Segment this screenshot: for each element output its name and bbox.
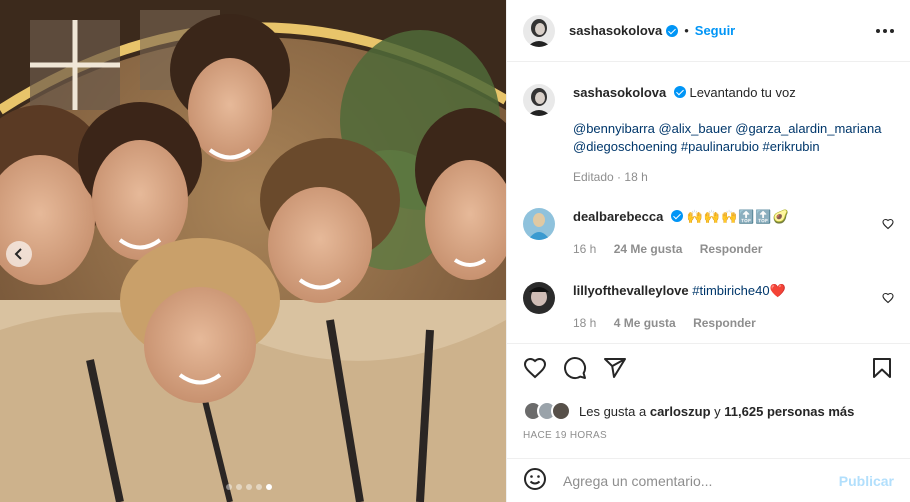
carousel-dot (236, 484, 242, 490)
carousel-dot (226, 484, 232, 490)
carousel-dot-active (266, 484, 272, 490)
reply-button[interactable]: Responder (700, 242, 763, 256)
post-header: sashasokolova • Seguir (507, 0, 910, 62)
liker-username[interactable]: carloszup (650, 404, 711, 419)
heart-icon (523, 357, 547, 378)
carousel-dot (256, 484, 262, 490)
comment-text: 🙌🙌🙌🔝🔝🥑 (686, 209, 790, 224)
comment-likes[interactable]: 24 Me gusta (614, 242, 683, 256)
comment-like-button[interactable] (882, 218, 894, 233)
chevron-left-icon (14, 248, 22, 260)
comment-button[interactable] (563, 356, 587, 383)
publish-button[interactable]: Publicar (839, 473, 894, 489)
carousel-prev-button[interactable] (6, 241, 32, 267)
caption-text: Levantando tu voz (689, 85, 796, 100)
likes-count[interactable]: 11,625 personas más (724, 404, 854, 419)
likes-middle: y (714, 403, 721, 419)
caption-tags-line[interactable]: @diegoschoening #paulinarubio #erikrubin (573, 138, 894, 156)
comment-composer: Publicar (507, 458, 910, 502)
comment-time[interactable]: 16 h (573, 242, 596, 256)
carousel-dot (246, 484, 252, 490)
post-actions: Les gusta a carloszup y 11,625 personas … (507, 343, 910, 441)
emoji-icon (524, 468, 546, 490)
liker-avatars[interactable] (523, 401, 571, 421)
comment-likes[interactable]: 4 Me gusta (614, 316, 676, 330)
caption-time[interactable]: 18 h (624, 170, 647, 184)
post-panel: sashasokolova • Seguir sashasokolova Lev… (506, 0, 910, 502)
more-dot (876, 28, 880, 33)
save-button[interactable] (870, 356, 894, 383)
heart-icon (882, 292, 894, 304)
comment-item: lillyofthevalleylove #timbiriche40❤️ 18 … (523, 282, 894, 330)
caption: sashasokolova Levantando tu voz @bennyib… (523, 84, 894, 184)
caption-username[interactable]: sashasokolova (573, 85, 666, 100)
comment-input[interactable] (563, 472, 839, 489)
comment-meta: 16 h 24 Me gusta Responder (573, 242, 894, 256)
emoji-button[interactable] (523, 467, 547, 494)
comments-section[interactable]: sashasokolova Levantando tu voz @bennyib… (507, 62, 910, 342)
author-avatar[interactable] (523, 14, 555, 47)
comment-time[interactable]: 18 h (573, 316, 596, 330)
avatar-image (523, 14, 555, 47)
share-button[interactable] (603, 356, 627, 383)
more-dot (883, 28, 887, 33)
comment-username[interactable]: dealbarebecca (573, 209, 663, 224)
comment-text[interactable]: #timbiriche40❤️ (692, 283, 786, 298)
verified-badge-icon (673, 86, 686, 98)
liker-avatar (551, 401, 571, 421)
post-photo[interactable] (0, 0, 506, 502)
author-avatar[interactable] (523, 84, 555, 116)
carousel-indicator (226, 484, 272, 490)
avatar-image (523, 282, 555, 314)
verified-badge-icon (666, 24, 679, 37)
post-timestamp[interactable]: HACE 19 HORAS (523, 430, 894, 441)
like-button[interactable] (523, 356, 547, 383)
edited-label: Editado (573, 170, 614, 184)
comment-meta: 18 h 4 Me gusta Responder (573, 316, 894, 330)
photo-image (0, 0, 506, 502)
reply-button[interactable]: Responder (693, 316, 756, 330)
more-dot (890, 28, 894, 33)
verified-badge-icon (670, 210, 683, 222)
follow-button[interactable]: Seguir (695, 23, 735, 38)
comment-username[interactable]: lillyofthevalleylove (573, 283, 689, 298)
action-bar (523, 344, 894, 394)
avatar-image (523, 84, 555, 116)
separator-dot: • (684, 23, 689, 38)
likes-prefix: Les gusta a (579, 403, 647, 419)
commenter-avatar[interactable] (523, 208, 555, 240)
heart-icon (882, 218, 894, 230)
bookmark-icon (873, 357, 891, 378)
caption-tags[interactable]: @bennyibarra @alix_bauer @garza_alardin_… (573, 120, 894, 156)
author-username[interactable]: sashasokolova (569, 23, 662, 38)
send-icon (604, 357, 626, 378)
avatar-image (523, 208, 555, 240)
commenter-avatar[interactable] (523, 282, 555, 314)
comment-icon (564, 356, 587, 379)
more-options-button[interactable] (876, 28, 894, 33)
caption-tags-line[interactable]: @bennyibarra @alix_bauer @garza_alardin_… (573, 120, 894, 138)
comment-like-button[interactable] (882, 292, 894, 307)
comment-item: dealbarebecca 🙌🙌🙌🔝🔝🥑 16 h 24 Me gusta Re… (523, 208, 894, 256)
likes-summary: Les gusta a carloszup y 11,625 personas … (523, 398, 894, 424)
caption-meta: Editado · 18 h (573, 170, 648, 184)
